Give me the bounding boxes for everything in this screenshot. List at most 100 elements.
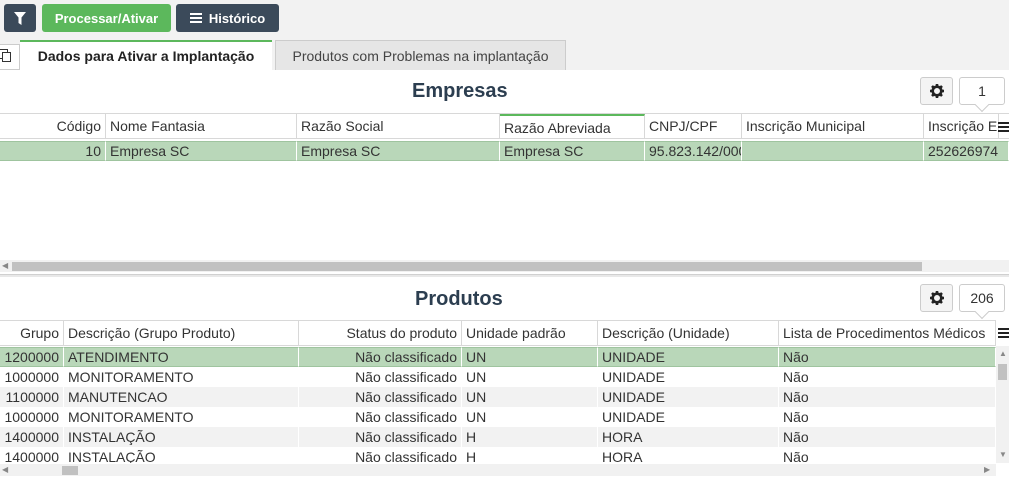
table-row[interactable]: 1000000 MONITORAMENTO Não classificado UN UN…: [0, 407, 996, 427]
produtos-title: Produtos: [415, 288, 503, 310]
cell-descricao-unidade: UNIDADE: [598, 347, 779, 367]
cell-descricao-grupo: INSTALAÇÃO: [64, 427, 299, 447]
col-header-razao-abreviada[interactable]: Razão Abreviada: [500, 114, 645, 138]
menu-lines-icon: [189, 13, 202, 23]
table-row[interactable]: 1400000 INSTALAÇÃO Não classificado H HORA Nã…: [0, 427, 996, 447]
empresas-grid: Código Nome Fantasia Razão Social Razão …: [0, 113, 1009, 263]
scrollbar-thumb[interactable]: [62, 466, 78, 475]
scroll-right-arrow-icon[interactable]: ▶: [984, 464, 990, 476]
cell-descricao-grupo: MANUTENCAO: [64, 387, 299, 407]
cell-grupo: 1000000: [0, 367, 64, 387]
cell-grupo: 1000000: [0, 407, 64, 427]
cell-razao-abreviada: Empresa SC: [500, 141, 645, 161]
cell-descricao-grupo: INSTALAÇÃO: [64, 447, 299, 463]
col-header-cnpj-cpf[interactable]: CNPJ/CPF: [645, 114, 742, 138]
produtos-vertical-scrollbar[interactable]: ▲ ▼: [996, 346, 1009, 463]
col-header-inscricao-municipal[interactable]: Inscrição Municipal: [742, 114, 924, 138]
tab-label: Dados para Ativar a Implantação: [37, 48, 255, 64]
cell-unidade-padrao: UN: [462, 407, 598, 427]
empresas-grid-header: Código Nome Fantasia Razão Social Razão …: [0, 113, 1009, 139]
cell-grupo: 1200000: [0, 347, 64, 367]
col-header-lista-procedimentos[interactable]: Lista de Procedimentos Médicos: [779, 321, 996, 345]
history-label: Histórico: [208, 10, 266, 26]
produtos-horizontal-scrollbar[interactable]: ◀ ▶: [0, 464, 996, 476]
empresas-horizontal-scrollbar[interactable]: ◀: [0, 260, 1009, 272]
empresas-record-count: 1: [959, 77, 1005, 105]
table-row[interactable]: 1100000 MANUTENCAO Não classificado UN UNIDA…: [0, 387, 996, 407]
cell-nome-fantasia: Empresa SC: [106, 141, 297, 161]
produtos-settings-button[interactable]: [920, 284, 953, 312]
filter-button[interactable]: [4, 4, 36, 32]
cell-descricao-grupo: MONITORAMENTO: [64, 367, 299, 387]
column-menu-icon[interactable]: [998, 328, 1009, 338]
empresas-settings-button[interactable]: [920, 77, 953, 105]
cell-inscricao-estadual: 252626974: [924, 141, 1009, 161]
gear-icon: [929, 291, 944, 305]
col-header-descricao-unidade[interactable]: Descrição (Unidade): [598, 321, 779, 345]
cell-lista-procedimentos: Não: [779, 347, 996, 367]
history-button[interactable]: Histórico: [176, 4, 279, 32]
cell-lista-procedimentos: Não: [779, 447, 996, 463]
table-row[interactable]: 10 Empresa SC Empresa SC Empresa SC 95.8…: [0, 141, 1009, 161]
scrollbar-thumb[interactable]: [12, 262, 922, 271]
cell-status-produto: Não classificado: [299, 387, 462, 407]
scroll-up-arrow-icon[interactable]: ▲: [999, 348, 1007, 360]
cell-lista-procedimentos: Não: [779, 367, 996, 387]
cell-unidade-padrao: H: [462, 447, 598, 463]
cell-descricao-unidade: HORA: [598, 447, 779, 463]
cell-inscricao-municipal: [742, 141, 924, 161]
table-row[interactable]: 1000000 MONITORAMENTO Não classificado UN UN…: [0, 367, 996, 387]
tab-label: Produtos com Problemas na implantação: [292, 47, 549, 64]
scroll-left-arrow-icon[interactable]: ◀: [2, 464, 8, 476]
cell-unidade-padrao: UN: [462, 347, 598, 367]
cell-lista-procedimentos: Não: [779, 427, 996, 447]
cell-grupo: 1100000: [0, 387, 64, 407]
cell-status-produto: Não classificado: [299, 427, 462, 447]
panel-splitter[interactable]: [0, 274, 1009, 277]
produtos-grid: Grupo Descrição (Grupo Produto) Status d…: [0, 320, 996, 463]
cell-grupo: 1400000: [0, 427, 64, 447]
table-row[interactable]: 1200000 ATENDIMENTO Não classificado UN UNID…: [0, 347, 996, 367]
cell-descricao-grupo: MONITORAMENTO: [64, 407, 299, 427]
cell-status-produto: Não classificado: [299, 407, 462, 427]
cell-descricao-unidade: UNIDADE: [598, 407, 779, 427]
gear-icon: [929, 84, 944, 98]
produtos-grid-header: Grupo Descrição (Grupo Produto) Status d…: [0, 320, 996, 346]
cell-status-produto: Não classificado: [299, 347, 462, 367]
cell-lista-procedimentos: Não: [779, 387, 996, 407]
col-header-inscricao-estadual[interactable]: Inscrição E: [924, 114, 999, 138]
cell-unidade-padrao: UN: [462, 367, 598, 387]
scroll-left-arrow-icon[interactable]: ◀: [2, 260, 8, 272]
col-header-razao-social[interactable]: Razão Social: [297, 114, 500, 138]
cell-razao-social: Empresa SC: [297, 141, 500, 161]
cell-grupo: 1400000: [0, 447, 64, 463]
cell-codigo: 10: [0, 141, 106, 161]
filter-icon: [14, 11, 26, 25]
cell-status-produto: Não classificado: [299, 447, 462, 463]
cell-unidade-padrao: UN: [462, 387, 598, 407]
cell-descricao-unidade: HORA: [598, 427, 779, 447]
scroll-down-arrow-icon[interactable]: ▼: [999, 449, 1007, 461]
cell-lista-procedimentos: Não: [779, 407, 996, 427]
scrollbar-thumb[interactable]: [998, 364, 1007, 380]
col-header-descricao-grupo[interactable]: Descrição (Grupo Produto): [64, 321, 299, 345]
copy-icon[interactable]: [0, 44, 20, 70]
cell-cnpj-cpf: 95.823.142/000: [645, 141, 742, 161]
cell-descricao-unidade: UNIDADE: [598, 387, 779, 407]
cell-descricao-unidade: UNIDADE: [598, 367, 779, 387]
column-menu-icon[interactable]: [998, 122, 1009, 132]
cell-descricao-grupo: ATENDIMENTO: [64, 347, 299, 367]
col-header-nome-fantasia[interactable]: Nome Fantasia: [106, 114, 297, 138]
empresas-title: Empresas: [412, 80, 508, 102]
table-row[interactable]: 1400000 INSTALAÇÃO Não classificado H HORA Nã…: [0, 447, 996, 463]
produtos-record-count: 206: [959, 284, 1005, 312]
process-activate-button[interactable]: Processar/Ativar: [42, 4, 171, 32]
cell-unidade-padrao: H: [462, 427, 598, 447]
tab-dados-ativar[interactable]: Dados para Ativar a Implantação: [20, 40, 272, 70]
col-header-codigo[interactable]: Código: [0, 114, 106, 138]
tab-produtos-problemas[interactable]: Produtos com Problemas na implantação: [275, 40, 566, 70]
col-header-unidade-padrao[interactable]: Unidade padrão: [462, 321, 598, 345]
col-header-status-produto[interactable]: Status do produto: [299, 321, 462, 345]
col-header-grupo[interactable]: Grupo: [0, 321, 64, 345]
cell-status-produto: Não classificado: [299, 367, 462, 387]
